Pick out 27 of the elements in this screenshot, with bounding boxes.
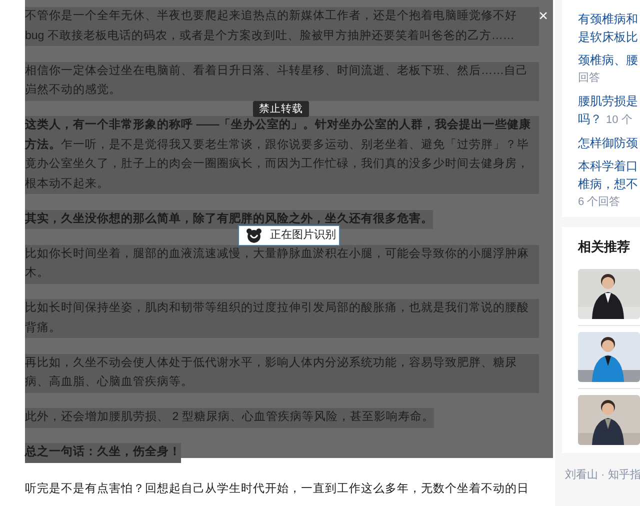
close-button[interactable]: × bbox=[538, 8, 548, 26]
highlighted-paragraph: 比如你长时间坐着，腿部的血液流速减慢，大量静脉血淤积在小腿，可能会导致你的小腿浮肿麻木。 bbox=[25, 244, 539, 284]
highlighted-paragraph: 相信你一定体会过坐在电脑前、看着日升日落、斗转星移、时间流逝、老板下班、然后……自己岿然不动的感觉。 bbox=[25, 62, 539, 100]
question-link[interactable]: 吗？ bbox=[578, 110, 602, 128]
article-paragraph: 听完是不是有点害怕？回想起自己从学生时代开始，一直到工作这么多年，无数个坐着不动的日 bbox=[24, 481, 530, 497]
question-link[interactable]: 颈椎病、腰 bbox=[578, 51, 640, 69]
highlighted-paragraph: 总之一句话：久坐，伤全身！ bbox=[25, 443, 181, 462]
answer-count: 回答 bbox=[578, 71, 600, 86]
highlighted-paragraph: 再比如，久坐不动会使人体处于低代谢水平，影响人体内分泌系统功能，容易导致肥胖、糖尿病、高血脂、心脑血管疾病等。 bbox=[25, 354, 539, 392]
toast-text: 正在图片识别 bbox=[270, 228, 336, 244]
question-link[interactable]: 是软床板比 bbox=[578, 28, 640, 46]
question-link[interactable]: 腰肌劳损是 bbox=[578, 92, 640, 110]
question-link[interactable]: 本科学着口 bbox=[578, 157, 640, 175]
highlighted-paragraph: 此外，还会增加腰肌劳损、 2 型糖尿病、心血管疾病等风险，甚至影响寿命。 bbox=[25, 408, 434, 428]
bear-icon bbox=[246, 228, 262, 243]
question-link[interactable]: 椎病，想不 bbox=[578, 175, 640, 193]
highlighted-paragraph: 这类人，有一个非常形象的称呼 ——「坐办公室的」。针对坐办公室的人群，我会提出一些健康方法。乍一听，是不是觉得我又要老生常谈，跟你说要多运动、别老坐着、避免「过劳胖」？毕竟办公室坐久了，肚子上的肉会一圈圈疯长，而因为工作忙碌，我们真的没多少时间去健身房，根本动不起来。 bbox=[25, 116, 539, 194]
question-link[interactable]: 怎样御防颈 bbox=[578, 134, 640, 152]
highlighted-paragraph: 不管你是一个全年无休、半夜也要爬起来追热点的新媒体工作者，还是个抱着电脑睡觉修不好 bug 不敢接老板电话的码农，或者是个方案改到吐、脸被甲方抽肿还要笑着叫爸爸的乙方…… bbox=[25, 7, 539, 46]
answer-count: 6 个回答 bbox=[578, 195, 620, 210]
highlighted-paragraph: 其实，久坐没你想的那么简单，除了有肥胖的风险之外，坐久还有很多危害。 bbox=[25, 210, 433, 229]
highlighted-paragraph: 比如长时间保持坐姿，肌肉和韧带等组织的过度拉伸引发局部的酸胀痛，也就是我们常说的腰酸背痛。 bbox=[25, 299, 539, 338]
section-title: 相关推荐 bbox=[578, 238, 631, 256]
footer-text: 刘看山 · 知乎指 bbox=[564, 468, 640, 482]
tooltip: 禁止转载 bbox=[253, 101, 309, 117]
answer-count: 10 个 bbox=[606, 113, 632, 128]
question-link[interactable]: 有颈椎病和 bbox=[578, 10, 640, 28]
